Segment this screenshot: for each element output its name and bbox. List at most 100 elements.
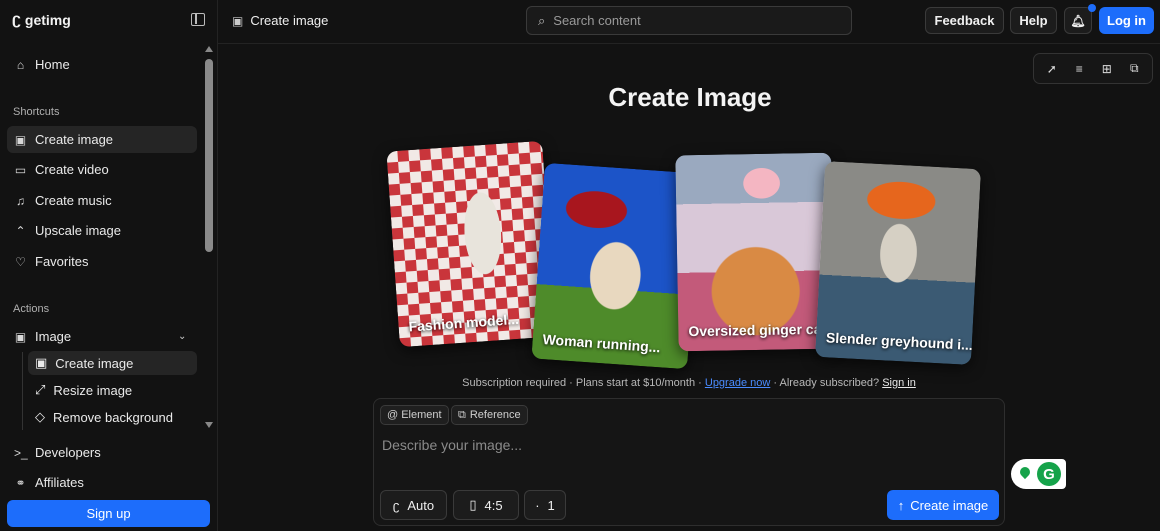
sidebar-item-developers[interactable]: >_ Developers <box>7 439 197 466</box>
model-select[interactable]: ʗ Auto <box>380 490 447 520</box>
image-count-select[interactable]: · 1 <box>524 490 566 520</box>
example-card[interactable]: Oversized ginger ca <box>675 152 835 352</box>
help-button[interactable]: Help <box>1010 7 1057 34</box>
search-input[interactable]: ⌕ Search content <box>526 6 852 35</box>
sign-up-button[interactable]: Sign up <box>7 500 210 527</box>
sidebar-item-label: Home <box>35 57 70 72</box>
sidebar-item-create-video[interactable]: ▭ Create video <box>7 156 197 183</box>
page-title: Create image <box>250 13 329 28</box>
notification-dot <box>1088 4 1096 12</box>
example-card[interactable]: Slender greyhound i... <box>814 161 982 365</box>
sidebar-toggle-icon[interactable] <box>191 13 205 26</box>
card-caption: Fashion model... <box>408 310 520 335</box>
video-icon: ▭ <box>14 162 27 177</box>
card-caption: Woman running... <box>542 331 661 356</box>
location-pin-icon <box>1019 467 1031 481</box>
grid-icon[interactable]: ⊞ <box>1099 61 1115 77</box>
scroll-up-arrow-icon[interactable] <box>205 46 213 52</box>
filter-icon[interactable]: ≡ <box>1071 61 1087 77</box>
cursor-icon[interactable]: ➚ <box>1044 61 1060 77</box>
upscale-icon: ⌃ <box>15 223 26 238</box>
sidebar-scrollbar[interactable] <box>204 44 214 434</box>
sidebar-item-label: Create video <box>35 162 109 177</box>
image-icon: ▣ <box>14 329 27 344</box>
page-heading: Create Image <box>608 82 772 112</box>
sidebar-item-label: Developers <box>35 445 101 460</box>
aspect-ratio-select[interactable]: ▯ 4:5 <box>453 490 519 520</box>
actions-label: Actions <box>13 303 50 315</box>
subscription-mid-text: · Already subscribed? <box>770 377 883 389</box>
arrow-up-icon: ↑ <box>897 497 905 513</box>
ratio-value: 4:5 <box>484 497 503 513</box>
card-caption: Oversized ginger ca <box>688 320 822 340</box>
heart-icon: ♡ <box>15 254 26 269</box>
view-toolbar: ➚ ≡ ⊞ ⧉ <box>1033 53 1153 84</box>
create-image-button[interactable]: ↑ Create image <box>887 490 999 520</box>
sidebar-item-label: Create music <box>35 193 112 208</box>
chip-label: Reference <box>469 409 521 421</box>
getimg-logo-icon: ʗ <box>12 11 21 28</box>
page-breadcrumb: ▣ Create image <box>232 13 328 28</box>
subscription-text: Subscription required · Plans start at $… <box>462 377 705 389</box>
sign-in-link[interactable]: Sign in <box>882 377 916 389</box>
reference-chip[interactable]: ⧉ Reference <box>451 405 528 425</box>
grammarly-g-icon: G <box>1037 462 1061 486</box>
card-caption: Slender greyhound i... <box>825 329 974 354</box>
upgrade-link[interactable]: Upgrade now <box>705 377 770 389</box>
sidebar-item-upscale-image[interactable]: ⌃ Upscale image <box>7 217 197 244</box>
sidebar-group-image[interactable]: ▣ Image <box>7 323 197 350</box>
sidebar-item-home[interactable]: ⌂ Home <box>7 51 197 78</box>
topbar: ▣ Create image ⌕ Search content Feedback… <box>218 0 1160 44</box>
image-sparkle-icon: ▣ <box>14 132 27 147</box>
shortcuts-label: Shortcuts <box>13 106 60 118</box>
example-card[interactable]: Fashion model... <box>386 140 556 348</box>
resize-icon: ⤢ <box>35 382 46 397</box>
eraser-icon: ◇ <box>35 409 45 424</box>
log-in-button[interactable]: Log in <box>1099 7 1154 34</box>
chevron-down-icon[interactable]: ⌄ <box>178 331 186 342</box>
sidebar-item-create-image[interactable]: ▣ Create image <box>7 126 197 153</box>
reference-icon: ⧉ <box>458 408 466 421</box>
grammarly-widget[interactable]: G <box>1011 459 1066 489</box>
sidebar-item-affiliates[interactable]: ⚭ Affiliates <box>7 469 197 496</box>
notifications-button[interactable]: 🔔︎ <box>1064 7 1092 34</box>
sidebar-item-label: Upscale image <box>35 223 121 238</box>
scroll-thumb[interactable] <box>205 59 213 252</box>
bell-icon: 🔔︎ <box>1070 13 1086 28</box>
portrait-icon: ▯ <box>469 497 477 512</box>
app-logo[interactable]: ʗ getimg <box>12 11 71 29</box>
sidebar-item-favorites[interactable]: ♡ Favorites <box>7 248 197 275</box>
element-chip[interactable]: @ Element <box>380 405 449 425</box>
scroll-down-arrow-icon[interactable] <box>205 422 213 428</box>
create-button-label: Create image <box>910 497 989 513</box>
subscription-notice: Subscription required · Plans start at $… <box>373 377 1005 389</box>
chip-label: @ Element <box>387 409 442 421</box>
dot-icon: · <box>535 497 540 513</box>
sidebar: ʗ getimg ⌂ Home Shortcuts ▣ Create image… <box>0 0 218 531</box>
sidebar-subitem-create-image[interactable]: ▣ Create image <box>28 351 197 375</box>
sidebar-item-label: Create image <box>35 132 114 147</box>
feedback-button[interactable]: Feedback <box>925 7 1004 34</box>
sidebar-subitem-remove-background[interactable]: ◇ Remove background <box>28 405 197 429</box>
model-value: Auto <box>407 497 435 513</box>
count-value: 1 <box>547 497 555 513</box>
music-icon: ♫ <box>16 193 25 208</box>
prompt-input[interactable]: Describe your image... <box>382 437 522 453</box>
sidebar-item-label: Affiliates <box>35 475 84 490</box>
logo-text: getimg <box>24 12 71 28</box>
layers-icon[interactable]: ⧉ <box>1126 61 1142 77</box>
prompt-composer: @ Element ⧉ Reference Describe your imag… <box>373 398 1005 526</box>
affiliates-icon: ⚭ <box>15 475 26 490</box>
tree-line <box>22 352 23 430</box>
image-sparkle-icon: ▣ <box>232 13 244 28</box>
sidebar-item-create-music[interactable]: ♫ Create music <box>7 187 197 214</box>
image-sparkle-icon: ▣ <box>35 355 48 370</box>
sidebar-subitem-resize-image[interactable]: ⤢ Resize image <box>28 378 197 402</box>
sidebar-item-label: Image <box>35 329 72 344</box>
home-icon: ⌂ <box>16 57 25 72</box>
getimg-logo-icon: ʗ <box>392 497 400 513</box>
search-icon: ⌕ <box>538 12 546 28</box>
sidebar-item-label: Resize image <box>53 382 133 398</box>
sidebar-item-label: Create image <box>55 355 134 371</box>
search-placeholder: Search content <box>553 13 641 28</box>
